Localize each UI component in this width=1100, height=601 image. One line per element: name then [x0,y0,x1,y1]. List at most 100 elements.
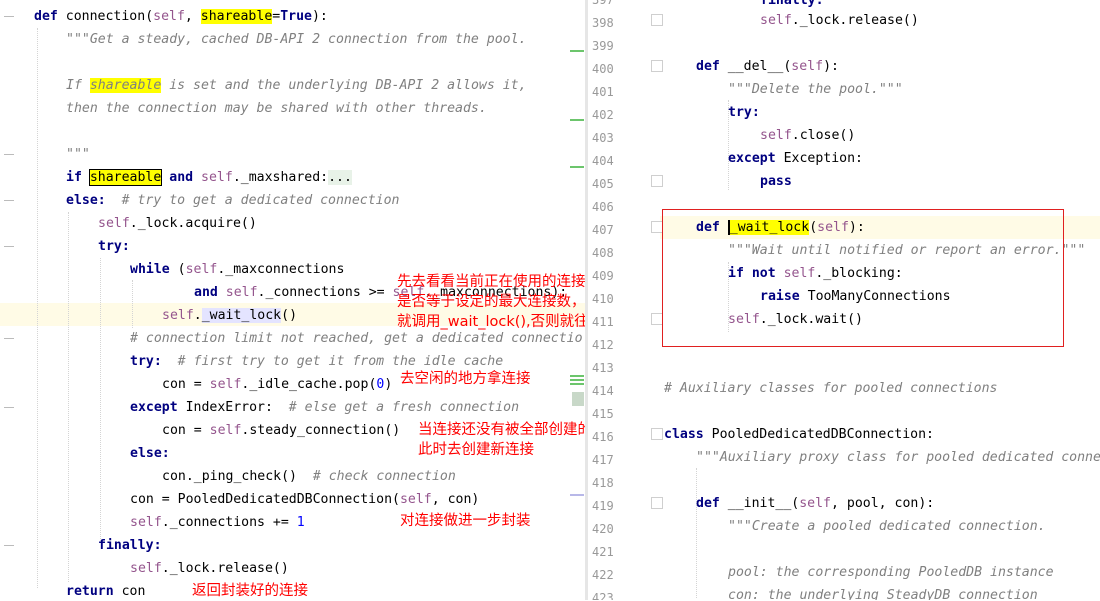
keyword-return: return [66,584,114,599]
code-line-except[interactable]: except IndexError: # else get a fresh co… [130,396,519,419]
indent-guide [100,258,102,543]
code-line-404[interactable]: except Exception: [728,147,863,170]
code-line-finally[interactable]: finally: [98,534,162,557]
fold-marker[interactable] [651,175,663,187]
class-name: PooledDedicatedDBConnection: [703,427,934,442]
docstring-line: """Create a pooled dedicated connection. [728,519,1046,534]
fold-marker[interactable] [4,16,14,17]
fold-marker[interactable] [4,154,14,155]
code-line-try[interactable]: try: [98,235,130,258]
code-token: ._lock.acquire() [129,216,257,231]
code-line-return[interactable]: return con [66,580,145,600]
code-line-acquire[interactable]: self._lock.acquire() [98,212,257,235]
code-token: ._idle_cache.pop( [241,377,377,392]
docstring-line: pool: the corresponding PooledDB instanc… [728,565,1054,580]
change-marker[interactable] [570,494,584,496]
code-token: ._connections >= [257,285,393,300]
code-line-402[interactable]: try: [728,101,760,124]
code-token: () [281,308,298,323]
code-line-403[interactable]: self.close() [760,124,855,147]
line-number: 397 [592,0,614,7]
docstring-text: is set and the underlying DB-API 2 allow… [161,78,527,93]
fold-marker[interactable] [651,428,663,440]
fold-marker[interactable] [651,14,663,26]
code-token: . [193,308,202,323]
change-marker[interactable] [570,50,584,52]
line-number: 403 [592,131,614,145]
number-literal: 1 [296,515,305,530]
code-line-increment[interactable]: self._connections += 1 [130,511,305,534]
code-token: Exception: [775,151,863,166]
line-number: 423 [592,591,614,600]
line-number: 399 [592,39,614,53]
code-line-def-connection[interactable]: def connection(self, shareable=True): [34,5,328,28]
line-number: 414 [592,384,614,398]
code-line-else[interactable]: else: # try to get a dedicated connectio… [66,189,399,212]
method-reference[interactable]: _wait_lock [201,308,282,323]
fold-marker[interactable] [651,60,663,72]
code-line-steady-connection[interactable]: con = self.steady_connection() [162,419,400,442]
code-token: con [113,584,146,599]
line-number: 415 [592,407,614,421]
highlighted-identifier: shareable [88,169,163,186]
comment: # else get a fresh connection [288,400,520,415]
line-number: 420 [592,522,614,536]
keyword-def: def [696,496,720,511]
self-token: self [98,216,130,231]
comment: # check connection [312,469,456,484]
line-number: 416 [592,430,614,444]
docstring-text: If [66,78,90,93]
code-token: , [184,9,201,24]
code-token: , pool, con): [831,496,935,511]
code-token: , con) [431,492,480,507]
change-marker[interactable] [570,166,584,168]
self-token: self [153,9,185,24]
line-number: 405 [592,177,614,191]
docstring-line: If shareable is set and the underlying D… [66,74,527,97]
line-number: 408 [592,246,614,260]
fold-marker[interactable] [4,246,14,247]
change-marker[interactable] [570,375,584,387]
code-line-398[interactable]: self._lock.release() [760,9,919,32]
scroll-marker[interactable] [572,392,584,406]
change-marker[interactable] [570,119,584,121]
self-token: self [209,377,242,392]
keyword-try: try: [130,354,162,369]
code-line-pooled-wrap[interactable]: con = PooledDedicatedDBConnection(self, … [130,488,479,511]
self-token: self [760,13,792,28]
code-line-else2[interactable]: else: [130,442,170,465]
code-line-405[interactable]: pass [760,170,792,193]
code-line-while[interactable]: while (self._maxconnections [130,258,344,281]
keyword-finally: finally: [98,538,162,553]
code-line-416[interactable]: class PooledDedicatedDBConnection: [664,423,934,446]
line-number: 412 [592,338,614,352]
code-line-419[interactable]: def __init__(self, pool, con): [696,492,934,515]
self-token: self [130,561,162,576]
indent-guide [132,280,134,328]
folded-code-placeholder[interactable]: ... [328,170,352,185]
keyword-try: try: [728,105,760,120]
keyword-if: if [66,170,82,185]
code-line-idle-pop[interactable]: con = self._idle_cache.pop(0) [162,373,392,396]
keyword-and: and [169,170,194,185]
code-line-release[interactable]: self._lock.release() [130,557,289,580]
keyword-else: else: [130,446,170,461]
fold-marker[interactable] [4,200,14,201]
code-token: ._maxconnections [217,262,345,277]
code-line-if[interactable]: if shareable and self._maxshared:... [66,166,352,189]
fold-marker[interactable] [651,497,663,509]
fold-marker[interactable] [4,545,14,546]
keyword-try: try: [98,239,130,254]
docstring-line: """Delete the pool.""" [728,82,903,97]
keyword-class: class [664,427,704,442]
code-line-400[interactable]: def __del__(self): [696,55,839,78]
fold-marker[interactable] [4,338,14,339]
docstring-line: """Get a steady, cached DB-API 2 connect… [66,32,527,47]
keyword-and: and [194,285,218,300]
line-number: 407 [592,223,614,237]
code-line-wait-lock-call[interactable]: self._wait_lock() [162,304,297,327]
code-line-ping[interactable]: con._ping_check() # check connection [162,465,456,488]
keyword-finally: finally: [760,0,824,8]
self-token: self [799,496,831,511]
fold-marker[interactable] [4,407,14,408]
